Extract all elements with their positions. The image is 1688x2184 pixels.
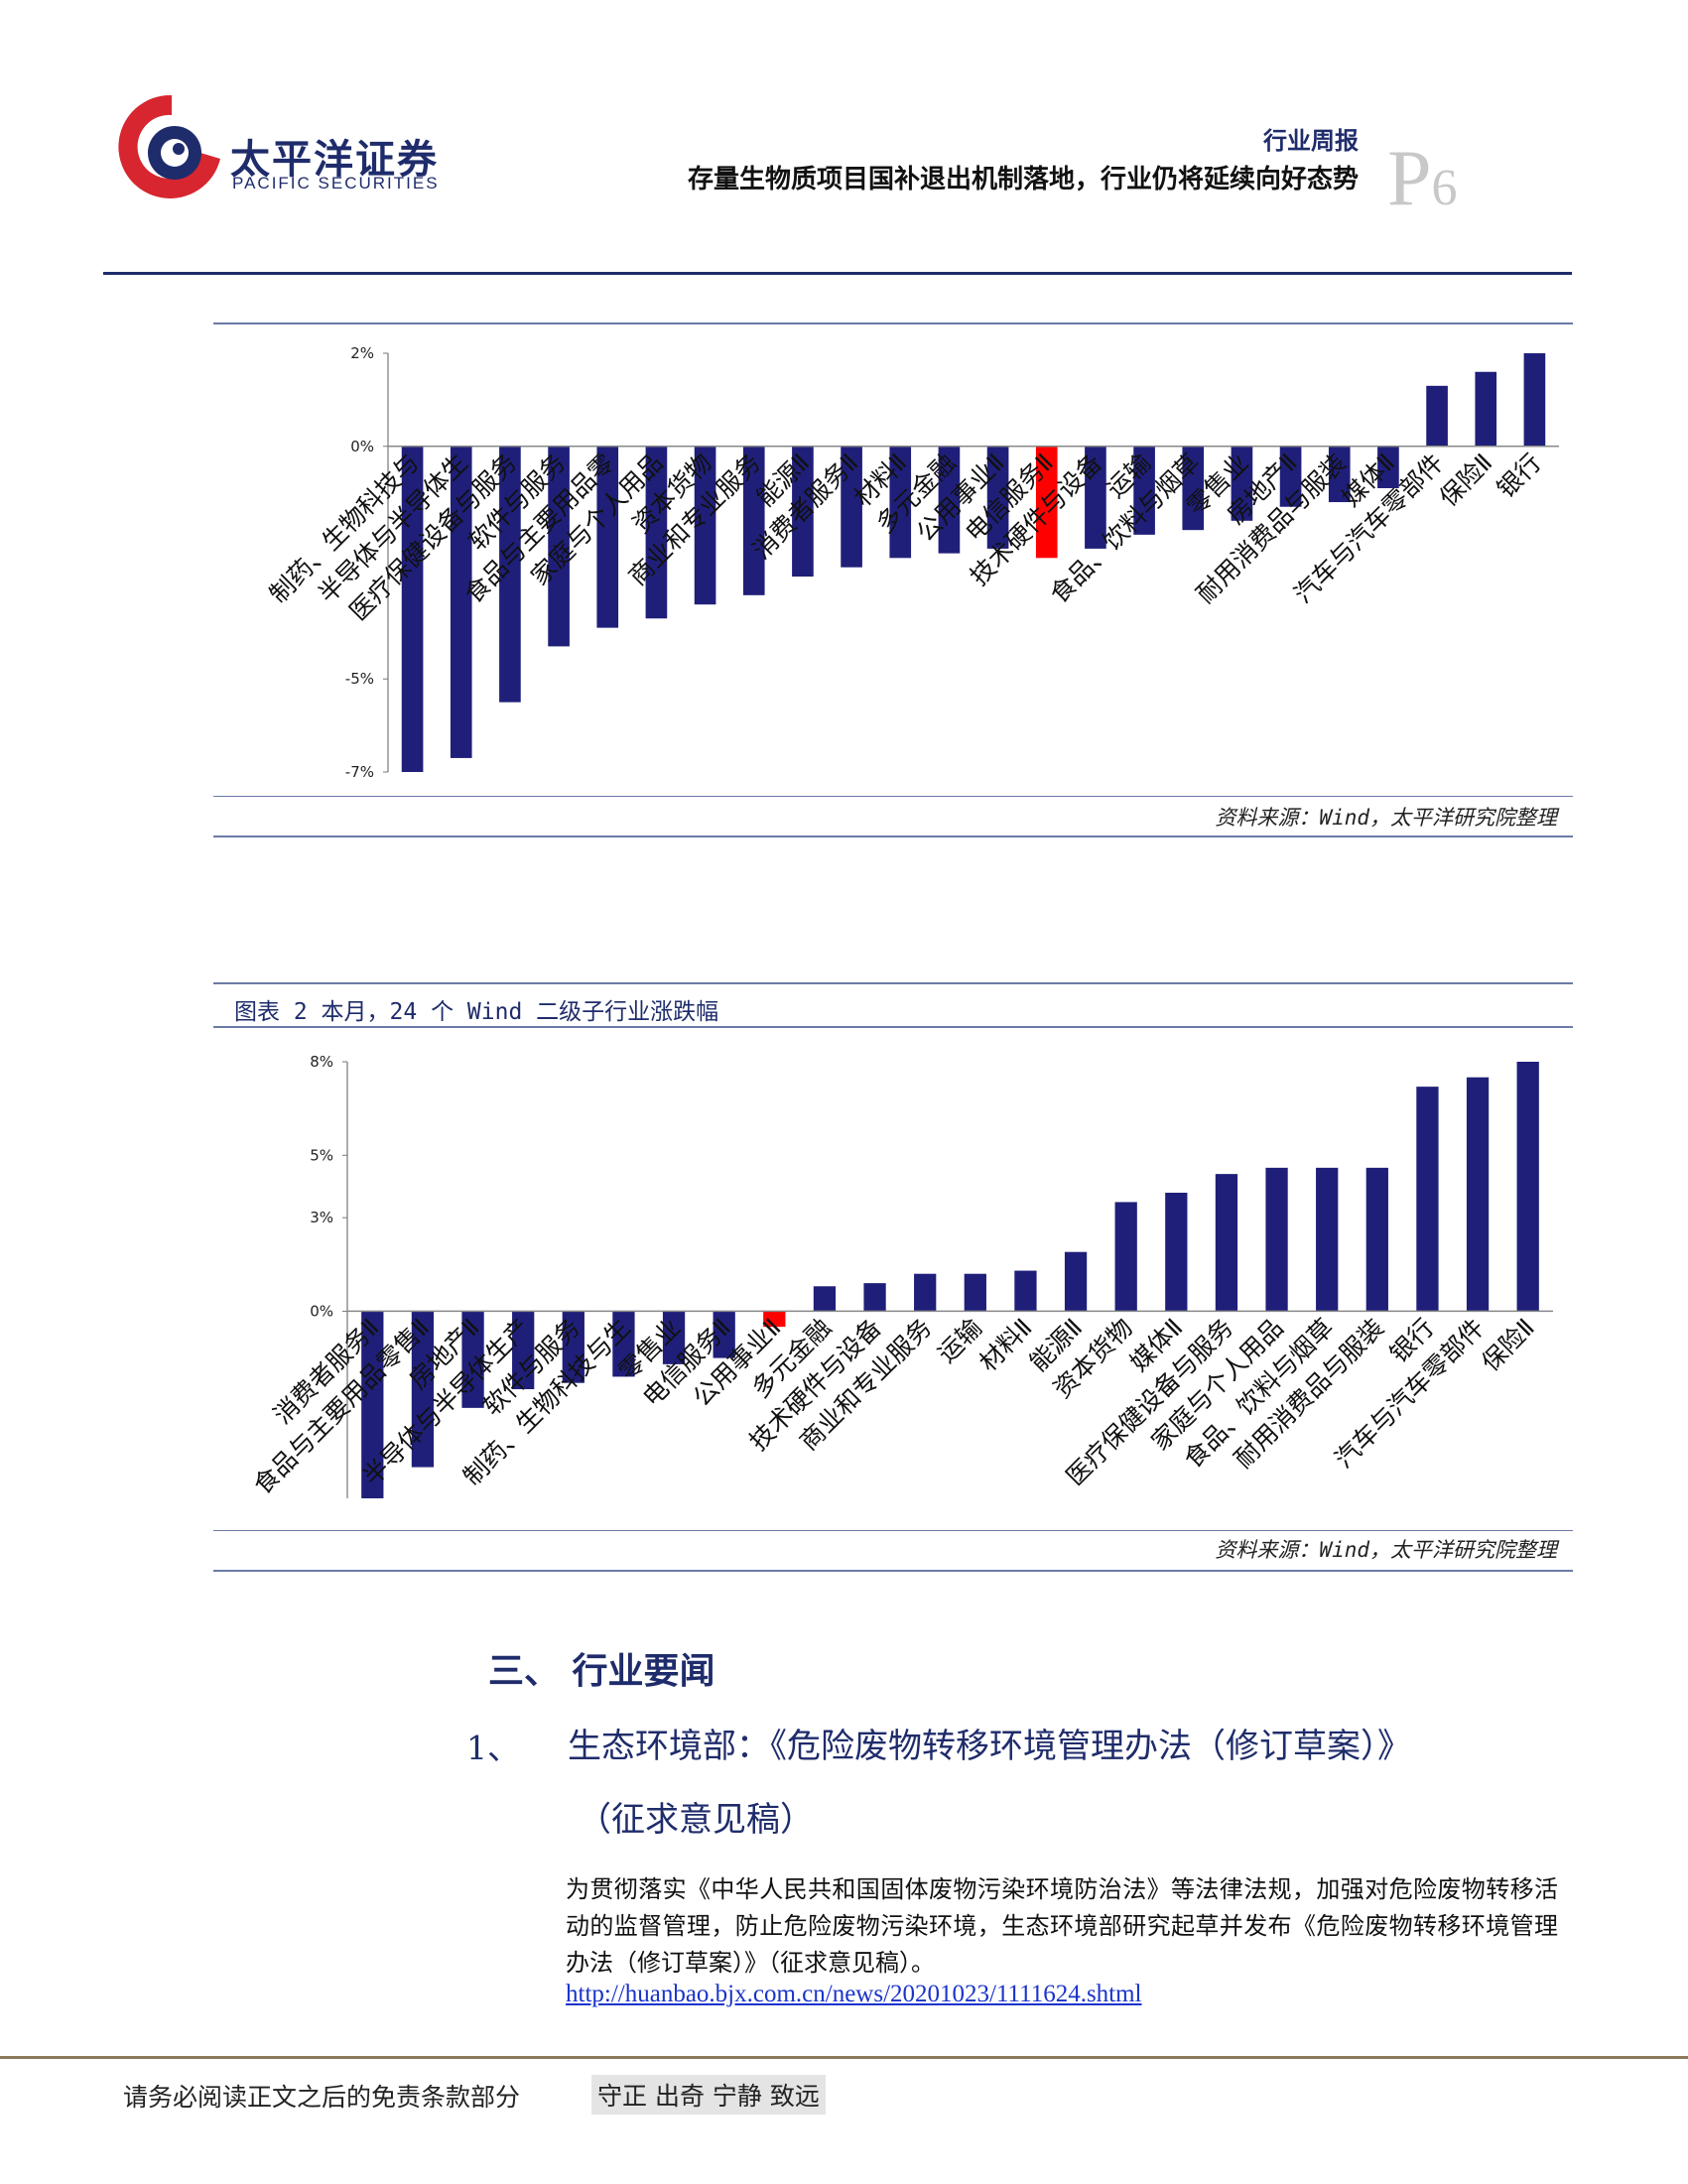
report-type: 行业周报 (1263, 127, 1359, 155)
bar (1523, 353, 1546, 447)
y-tick-label: 0% (350, 438, 374, 455)
news-body: 为贯彻落实《中华人民共和国固体废物污染环境防治法》等法律法规，加强对危险废物转移… (566, 1875, 1558, 1977)
footer-disclaimer: 请务必阅读正文之后的免责条款部分 (123, 2083, 521, 2112)
y-tick-label: 0% (310, 1302, 333, 1320)
news-title: 生态环境部：《危险废物转移环境管理办法（修订草案）》 (568, 1727, 1411, 1766)
bar (1215, 1174, 1238, 1312)
company-logo (118, 94, 220, 198)
y-tick-label: -7% (345, 763, 374, 781)
category-label: 保险Ⅱ (1434, 449, 1498, 513)
section-title: 三、 行业要闻 (488, 1650, 715, 1692)
bar (863, 1283, 886, 1312)
bar (1516, 1062, 1539, 1312)
bar (1064, 1251, 1088, 1312)
bar (1316, 1167, 1339, 1312)
chart2-source-rule (213, 1530, 1573, 1531)
y-tick-label: -5% (345, 670, 374, 688)
bar (964, 1273, 986, 1312)
bar (813, 1286, 837, 1312)
chart1-source: 资料来源：Wind，太平洋研究院整理 (1215, 806, 1557, 830)
bar (1014, 1270, 1037, 1312)
news-title-continued: （征求意见稿） (578, 1800, 814, 1840)
bar (914, 1273, 937, 1312)
bar (1365, 1167, 1388, 1312)
chart2-caption-rule (213, 982, 1573, 984)
chart1-source-rule (213, 796, 1573, 797)
y-tick-label: 3% (310, 1209, 333, 1226)
bar (1265, 1167, 1288, 1312)
chart2-bottom-rule (213, 1570, 1573, 1572)
page-number: P6 (1387, 139, 1458, 218)
chart2-source: 资料来源：Wind，太平洋研究院整理 (1215, 1538, 1557, 1562)
footer-motto: 守正 出奇 宁静 致远 (591, 2075, 826, 2115)
bar (1416, 1087, 1439, 1312)
bar (1466, 1077, 1490, 1312)
bar (1114, 1202, 1137, 1312)
bar (1426, 385, 1448, 447)
y-tick-label: 2% (350, 344, 374, 362)
report-title: 存量生物质项目国补退出机制落地，行业仍将延续向好态势 (687, 165, 1359, 194)
company-name-en: PACIFIC SECURITIES (232, 174, 440, 193)
chart1: 2%0%-5%-7%制药、生物科技与半导体与半导体生医疗保健设备与服务软件与服务… (264, 344, 1559, 781)
header-rule (103, 272, 1572, 275)
chart1-bottom-rule (213, 835, 1573, 837)
y-tick-label: 5% (310, 1146, 333, 1164)
page-prefix: P (1387, 135, 1432, 222)
bar (1165, 1193, 1188, 1312)
news-number: 1、 (466, 1729, 520, 1767)
chart2-caption: 图表 2 本月，24 个 Wind 二级子行业涨跌幅 (234, 999, 719, 1025)
category-label: 银行 (1492, 449, 1547, 504)
category-label: 材料Ⅱ (974, 1313, 1038, 1377)
chart2-top-rule (213, 1026, 1573, 1028)
bar (1475, 371, 1497, 447)
page-digit: 6 (1431, 160, 1458, 216)
footer-rule (0, 2056, 1688, 2059)
chart1-top-rule (213, 322, 1573, 324)
chart2: 8%5%3%0%消费者服务Ⅱ食品与主要用品零售Ⅱ房地产Ⅱ半导体与半导体生产软件与… (248, 1053, 1553, 1499)
news-link[interactable]: http://huanbao.bjx.com.cn/news/20201023/… (566, 1981, 1142, 2008)
y-tick-label: 8% (310, 1053, 333, 1071)
category-label: 保险Ⅱ (1476, 1313, 1540, 1377)
